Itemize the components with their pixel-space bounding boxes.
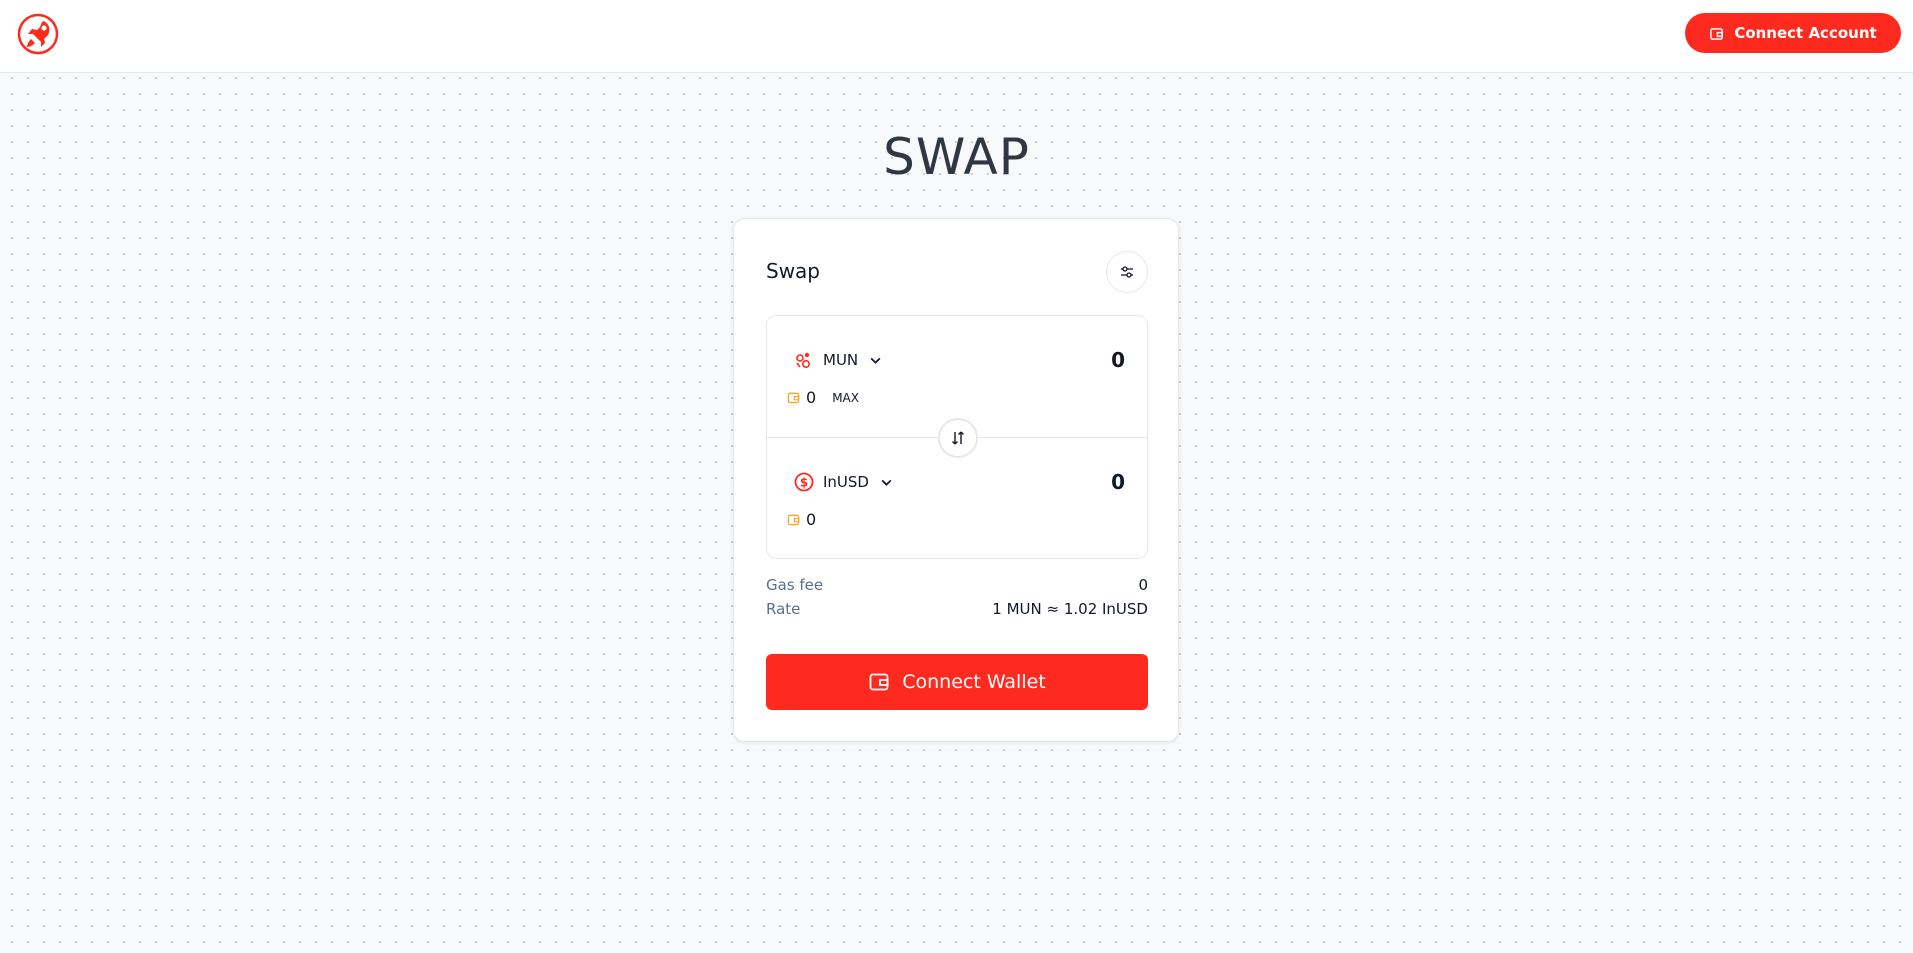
chevron-down-icon — [881, 479, 892, 486]
to-token-selector[interactable]: $ InUSD — [794, 472, 893, 492]
from-amount-input[interactable]: 0 — [1005, 348, 1125, 372]
from-balance: 0 MAX — [787, 388, 859, 407]
svg-text:$: $ — [800, 476, 808, 490]
sliders-icon — [1121, 266, 1133, 278]
gas-fee-label: Gas fee — [766, 576, 824, 594]
mun-token-icon — [796, 352, 811, 369]
from-token-selector[interactable]: MUN — [794, 350, 882, 370]
connect-wallet-button[interactable]: Connect Wallet — [766, 654, 1148, 710]
switch-tokens-button[interactable] — [938, 418, 978, 458]
from-balance-value: 0 — [806, 388, 817, 407]
to-balance: 0 — [787, 510, 816, 529]
wallet-icon — [787, 514, 800, 526]
swap-card: Swap MUN 0 0 MAX $ InUSD 0 0 Gas fee 0 R… — [733, 218, 1179, 742]
gas-fee-row: Gas fee 0 — [766, 576, 1148, 594]
dollar-circle-icon: $ — [794, 472, 814, 492]
rate-value: 1 MUN ≈ 1.02 InUSD — [992, 600, 1148, 618]
wallet-icon — [787, 392, 800, 404]
rate-label: Rate — [766, 600, 801, 618]
top-navbar: Connect Account — [0, 0, 1913, 73]
connect-wallet-label: Connect Wallet — [902, 671, 1046, 693]
wallet-icon — [869, 673, 889, 691]
connect-account-button[interactable]: Connect Account — [1685, 13, 1901, 53]
gas-fee-value: 0 — [1138, 576, 1148, 594]
swap-arrows-icon — [952, 431, 964, 445]
chevron-down-icon — [870, 357, 881, 364]
to-amount-input[interactable]: 0 — [1005, 470, 1125, 494]
max-button[interactable]: MAX — [832, 391, 859, 405]
connect-account-label: Connect Account — [1734, 24, 1877, 42]
rocket-logo-icon[interactable] — [16, 12, 60, 56]
from-token-name: MUN — [823, 351, 859, 369]
rate-row: Rate 1 MUN ≈ 1.02 InUSD — [766, 600, 1148, 618]
to-token-name: InUSD — [823, 473, 869, 491]
swap-input-box: MUN 0 0 MAX $ InUSD 0 0 — [766, 315, 1148, 559]
wallet-icon — [1710, 27, 1724, 40]
settings-button[interactable] — [1106, 251, 1148, 293]
page-title: SWAP — [883, 128, 1030, 186]
swap-card-title: Swap — [766, 259, 821, 283]
to-balance-value: 0 — [806, 510, 817, 529]
